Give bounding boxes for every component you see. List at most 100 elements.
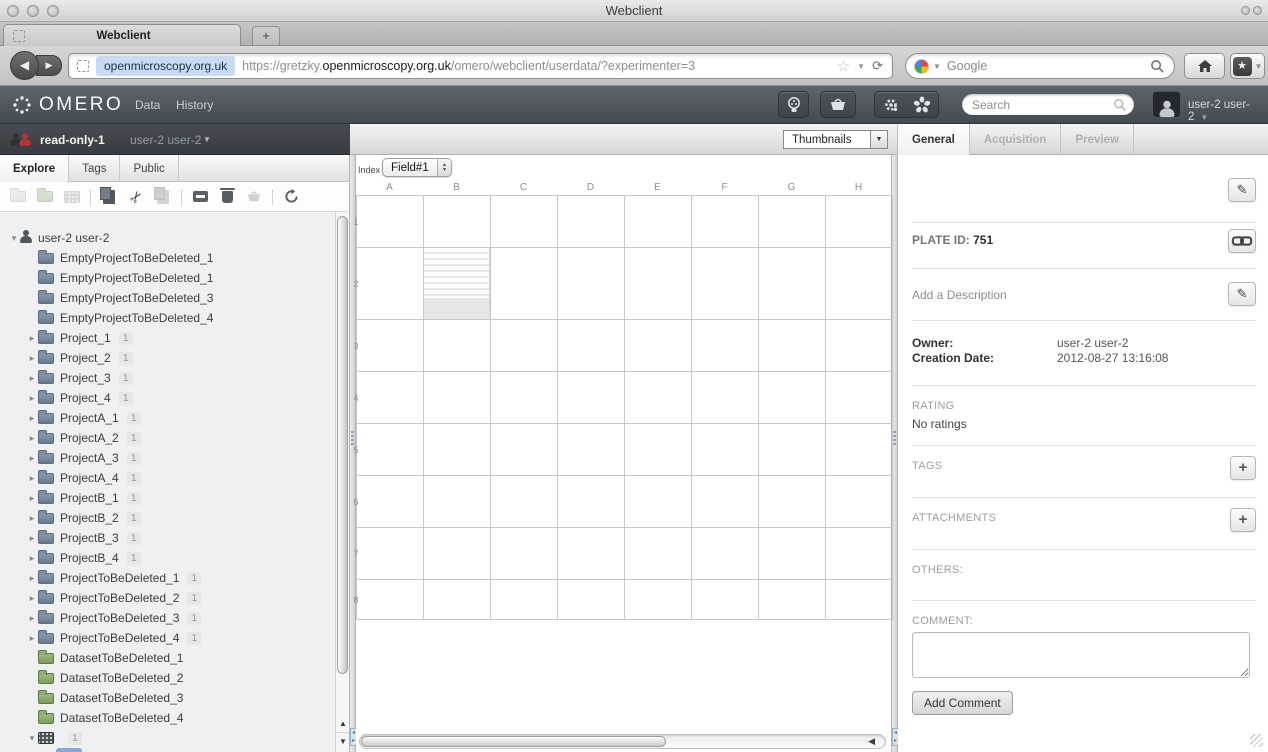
tree-item-ProjectA_2[interactable]: ▸ProjectA_21	[0, 428, 335, 448]
tree-item-ProjectB_1[interactable]: ▸ProjectB_11	[0, 488, 335, 508]
tree-expand-icon[interactable]: ▸	[26, 513, 38, 524]
tab-acquisition[interactable]: Acquisition	[970, 124, 1062, 155]
add-comment-button[interactable]: Add Comment	[912, 691, 1013, 715]
browser-tab-webclient[interactable]: Webclient	[3, 24, 241, 46]
selected-plate-partial[interactable]	[56, 748, 82, 752]
forward-button[interactable]: ▶	[36, 55, 62, 76]
bookmark-star-icon[interactable]: ☆	[837, 57, 850, 75]
tree-item-Project_2[interactable]: ▸Project_21	[0, 348, 335, 368]
bookmarks-button[interactable]: ★ ▼	[1230, 53, 1265, 79]
tree-item-Project_3[interactable]: ▸Project_31	[0, 368, 335, 388]
web-search-field[interactable]: ▼ Google	[905, 53, 1175, 79]
tree-item-ProjectA_1[interactable]: ▸ProjectA_11	[0, 408, 335, 428]
tree-item-Project_4[interactable]: ▸Project_41	[0, 388, 335, 408]
field-select[interactable]: Field#1 ▲▼	[382, 158, 452, 177]
tree-item-ProjectToBeDeleted_4[interactable]: ▸ProjectToBeDeleted_41	[0, 628, 335, 648]
menu-data[interactable]: Data	[135, 98, 160, 112]
copy-icon[interactable]	[100, 189, 118, 205]
add-attachment-button[interactable]: +	[1230, 508, 1256, 532]
sidebar-tab-tags[interactable]: Tags	[69, 155, 120, 182]
scroll-up-icon[interactable]: ▲	[336, 715, 350, 732]
tree-expand-icon[interactable]: ▾	[26, 733, 38, 744]
omero-logo[interactable]: OMERO	[12, 94, 123, 116]
tree-expand-icon[interactable]: ▸	[26, 573, 38, 584]
right-splitter-grip[interactable]	[893, 431, 896, 447]
layout-select[interactable]: Thumbnails ▼	[783, 130, 888, 149]
new-dataset-icon[interactable]	[36, 189, 54, 205]
site-identity-chip[interactable]: openmicroscopy.org.uk	[96, 56, 235, 76]
tab-general[interactable]: General	[898, 124, 970, 155]
move-to-basket-icon[interactable]	[245, 189, 263, 205]
new-project-icon[interactable]	[9, 189, 27, 205]
user-avatar[interactable]	[1152, 91, 1181, 118]
tree-item-ProjectB_4[interactable]: ▸ProjectB_41	[0, 548, 335, 568]
url-text[interactable]: https://gretzky.openmicroscopy.org.uk/om…	[242, 59, 837, 73]
tree-expand-icon[interactable]: ▸	[26, 493, 38, 504]
hscrollbar-thumb[interactable]	[361, 736, 666, 747]
settings-button[interactable]	[874, 91, 907, 118]
tree-expand-icon[interactable]: ▸	[26, 453, 38, 464]
new-tab-button[interactable]: +	[252, 26, 280, 45]
well-cell-B2[interactable]	[424, 248, 491, 320]
scroll-down-icon[interactable]: ▼	[336, 732, 350, 750]
tree-item-ProjectB_2[interactable]: ▸ProjectB_21	[0, 508, 335, 528]
well-thumbnail[interactable]	[424, 248, 490, 319]
menu-history[interactable]: History	[176, 98, 213, 112]
tree-item-user-2 user-2[interactable]: ▾user-2 user-2	[0, 228, 335, 248]
group-context-bar[interactable]: read-only-1 user-2 user-2 ▼	[0, 124, 350, 155]
activities-button[interactable]	[778, 91, 809, 118]
center-horizontal-scrollbar[interactable]: ◀	[359, 734, 886, 749]
tree-expand-icon[interactable]: ▸	[26, 333, 38, 344]
remove-icon[interactable]	[191, 189, 209, 205]
link-button[interactable]	[1228, 229, 1256, 253]
group-dropdown-icon[interactable]: ▼	[203, 135, 211, 144]
tree-expand-icon[interactable]: ▸	[26, 373, 38, 384]
tree-expand-icon[interactable]: ▸	[26, 353, 38, 364]
tree-item-EmptyProjectToBeDeleted_3[interactable]: EmptyProjectToBeDeleted_3	[0, 288, 335, 308]
sidebar-vertical-scrollbar[interactable]: ▲ ▼	[335, 212, 349, 752]
tree-expand-icon[interactable]: ▸	[26, 473, 38, 484]
tree-expand-icon[interactable]: ▸	[26, 553, 38, 564]
tree-expand-icon[interactable]: ▸	[26, 613, 38, 624]
tree-expand-icon[interactable]: ▸	[26, 413, 38, 424]
tree-item-DatasetToBeDeleted_4[interactable]: DatasetToBeDeleted_4	[0, 708, 335, 728]
tree-expand-icon[interactable]: ▾	[8, 233, 20, 244]
edit-description-button[interactable]: ✎	[1228, 282, 1256, 306]
tree-expand-icon[interactable]: ▸	[26, 633, 38, 644]
delete-icon[interactable]	[218, 189, 236, 205]
reload-icon[interactable]: ⟳	[872, 58, 883, 74]
tree-item-EmptyProjectToBeDeleted_1[interactable]: EmptyProjectToBeDeleted_1	[0, 268, 335, 288]
tree-item-ProjectToBeDeleted_2[interactable]: ▸ProjectToBeDeleted_21	[0, 588, 335, 608]
tree-item-DatasetToBeDeleted_1[interactable]: DatasetToBeDeleted_1	[0, 648, 335, 668]
tree-item-DatasetToBeDeleted_2[interactable]: DatasetToBeDeleted_2	[0, 668, 335, 688]
tree-expand-icon[interactable]: ▸	[26, 433, 38, 444]
search-engine-dropdown-icon[interactable]: ▼	[933, 62, 941, 71]
field-stepper-icon[interactable]: ▲▼	[437, 159, 451, 176]
scrollbar-thumb[interactable]	[337, 216, 348, 674]
url-dropdown-icon[interactable]: ▼	[857, 62, 865, 71]
tree-item-ProjectToBeDeleted_3[interactable]: ▸ProjectToBeDeleted_31	[0, 608, 335, 628]
tree-item-EmptyProjectToBeDeleted_4[interactable]: EmptyProjectToBeDeleted_4	[0, 308, 335, 328]
cut-icon[interactable]: ✂	[127, 189, 145, 205]
add-tag-button[interactable]: +	[1230, 456, 1256, 480]
tree-expand-icon[interactable]: ▸	[26, 533, 38, 544]
community-button[interactable]	[906, 91, 939, 118]
tab-preview[interactable]: Preview	[1061, 124, 1133, 155]
user-menu[interactable]: user-2 user-2▼	[1188, 99, 1268, 123]
url-bar[interactable]: openmicroscopy.org.uk https://gretzky.op…	[68, 53, 893, 79]
tree-item-ProjectB_3[interactable]: ▸ProjectB_31	[0, 528, 335, 548]
home-button[interactable]	[1184, 53, 1225, 79]
sidebar-tab-explore[interactable]: Explore	[0, 155, 69, 182]
comment-input[interactable]	[912, 632, 1250, 678]
tree-item-screen[interactable]: ▾1	[0, 728, 335, 748]
tree-expand-icon[interactable]: ▸	[26, 593, 38, 604]
tree-item-EmptyProjectToBeDeleted_1[interactable]: EmptyProjectToBeDeleted_1	[0, 248, 335, 268]
refresh-icon[interactable]	[282, 189, 300, 205]
new-screen-icon[interactable]	[63, 189, 81, 205]
tree-item-ProjectToBeDeleted_1[interactable]: ▸ProjectToBeDeleted_11	[0, 568, 335, 588]
tree-expand-icon[interactable]: ▸	[26, 393, 38, 404]
edit-name-button[interactable]: ✎	[1228, 178, 1256, 202]
paste-icon[interactable]	[154, 189, 172, 205]
back-button[interactable]: ◀	[10, 51, 39, 80]
tree-item-ProjectA_3[interactable]: ▸ProjectA_31	[0, 448, 335, 468]
